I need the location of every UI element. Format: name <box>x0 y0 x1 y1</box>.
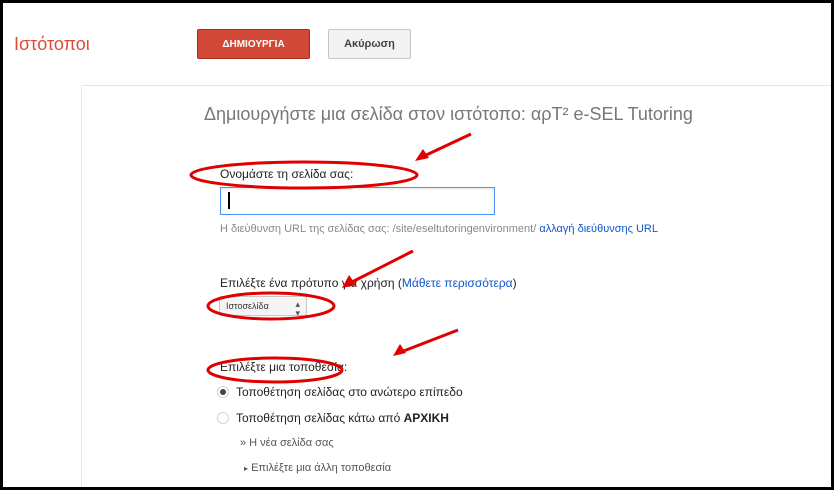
page-frame: Ιστότοποι ΔΗΜΙΟΥΡΓΙΑ Ακύρωση Δημιουργήστ… <box>0 0 834 490</box>
annotation-overlay <box>189 132 472 384</box>
arrow-line-3 <box>400 328 459 354</box>
highlight-ellipse-name-label <box>189 160 419 190</box>
arrow-head-1 <box>415 149 429 161</box>
arrow-line-1 <box>421 132 472 159</box>
highlight-ellipse-location-label <box>206 356 344 384</box>
arrow-line-2 <box>349 249 414 285</box>
highlight-ellipse-template-select <box>206 291 336 321</box>
